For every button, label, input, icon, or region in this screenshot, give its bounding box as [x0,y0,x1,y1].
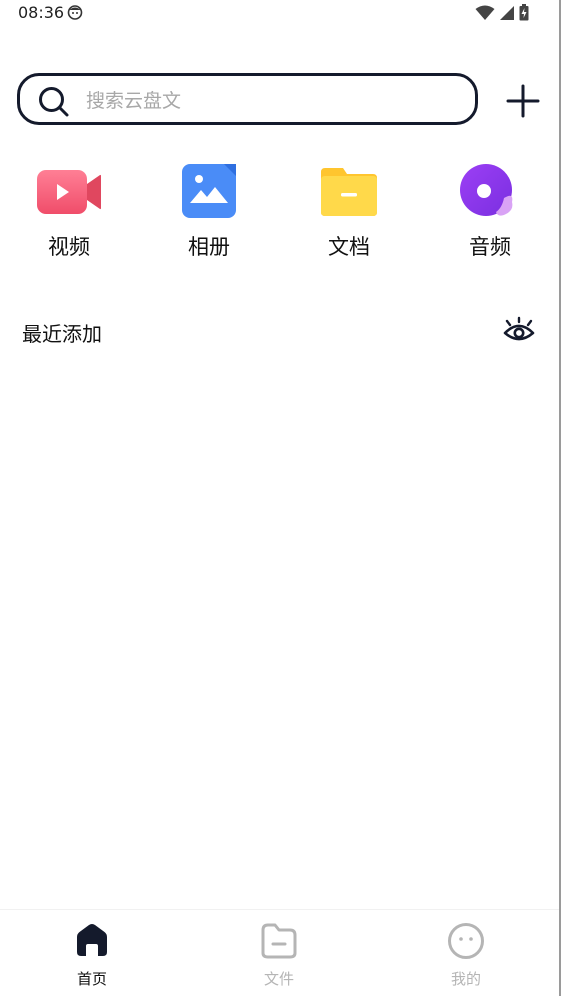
smiley-face-icon [448,923,484,959]
category-label: 相册 [188,235,230,259]
category-label: 视频 [48,235,90,259]
wifi-icon [475,5,495,20]
category-audio[interactable]: 音频 [445,162,535,262]
nav-item-home[interactable]: 首页 [32,910,152,997]
folder-icon [321,168,377,216]
search-input[interactable] [84,86,458,116]
search-icon [39,87,69,117]
nav-label: 首页 [76,970,107,988]
notification-face-icon [67,5,83,20]
eye-icon[interactable] [502,316,536,346]
category-label: 文档 [328,235,370,259]
music-icon [460,164,513,216]
status-time: 08:36 [18,3,65,22]
category-video[interactable]: 视频 [24,162,114,262]
category-album[interactable]: 相册 [164,162,254,262]
recent-title: 最近添加 [22,322,102,346]
signal-icon [500,5,514,20]
folder-outline-icon [261,923,297,959]
bottom-nav: 首页 文件 我的 [0,909,559,997]
nav-item-files[interactable]: 文件 [219,910,339,997]
search-box[interactable] [17,73,478,125]
nav-label: 我的 [450,970,481,988]
home-icon [77,924,107,956]
image-icon [182,164,236,218]
category-label: 音频 [469,235,511,259]
nav-label: 文件 [263,970,294,988]
category-docs[interactable]: 文档 [304,162,394,262]
add-button[interactable] [505,83,541,119]
nav-item-mine[interactable]: 我的 [406,910,526,997]
status-bar: 08:36 [0,0,559,26]
status-indicators [475,4,529,21]
battery-icon [519,4,529,21]
video-icon [37,170,101,214]
